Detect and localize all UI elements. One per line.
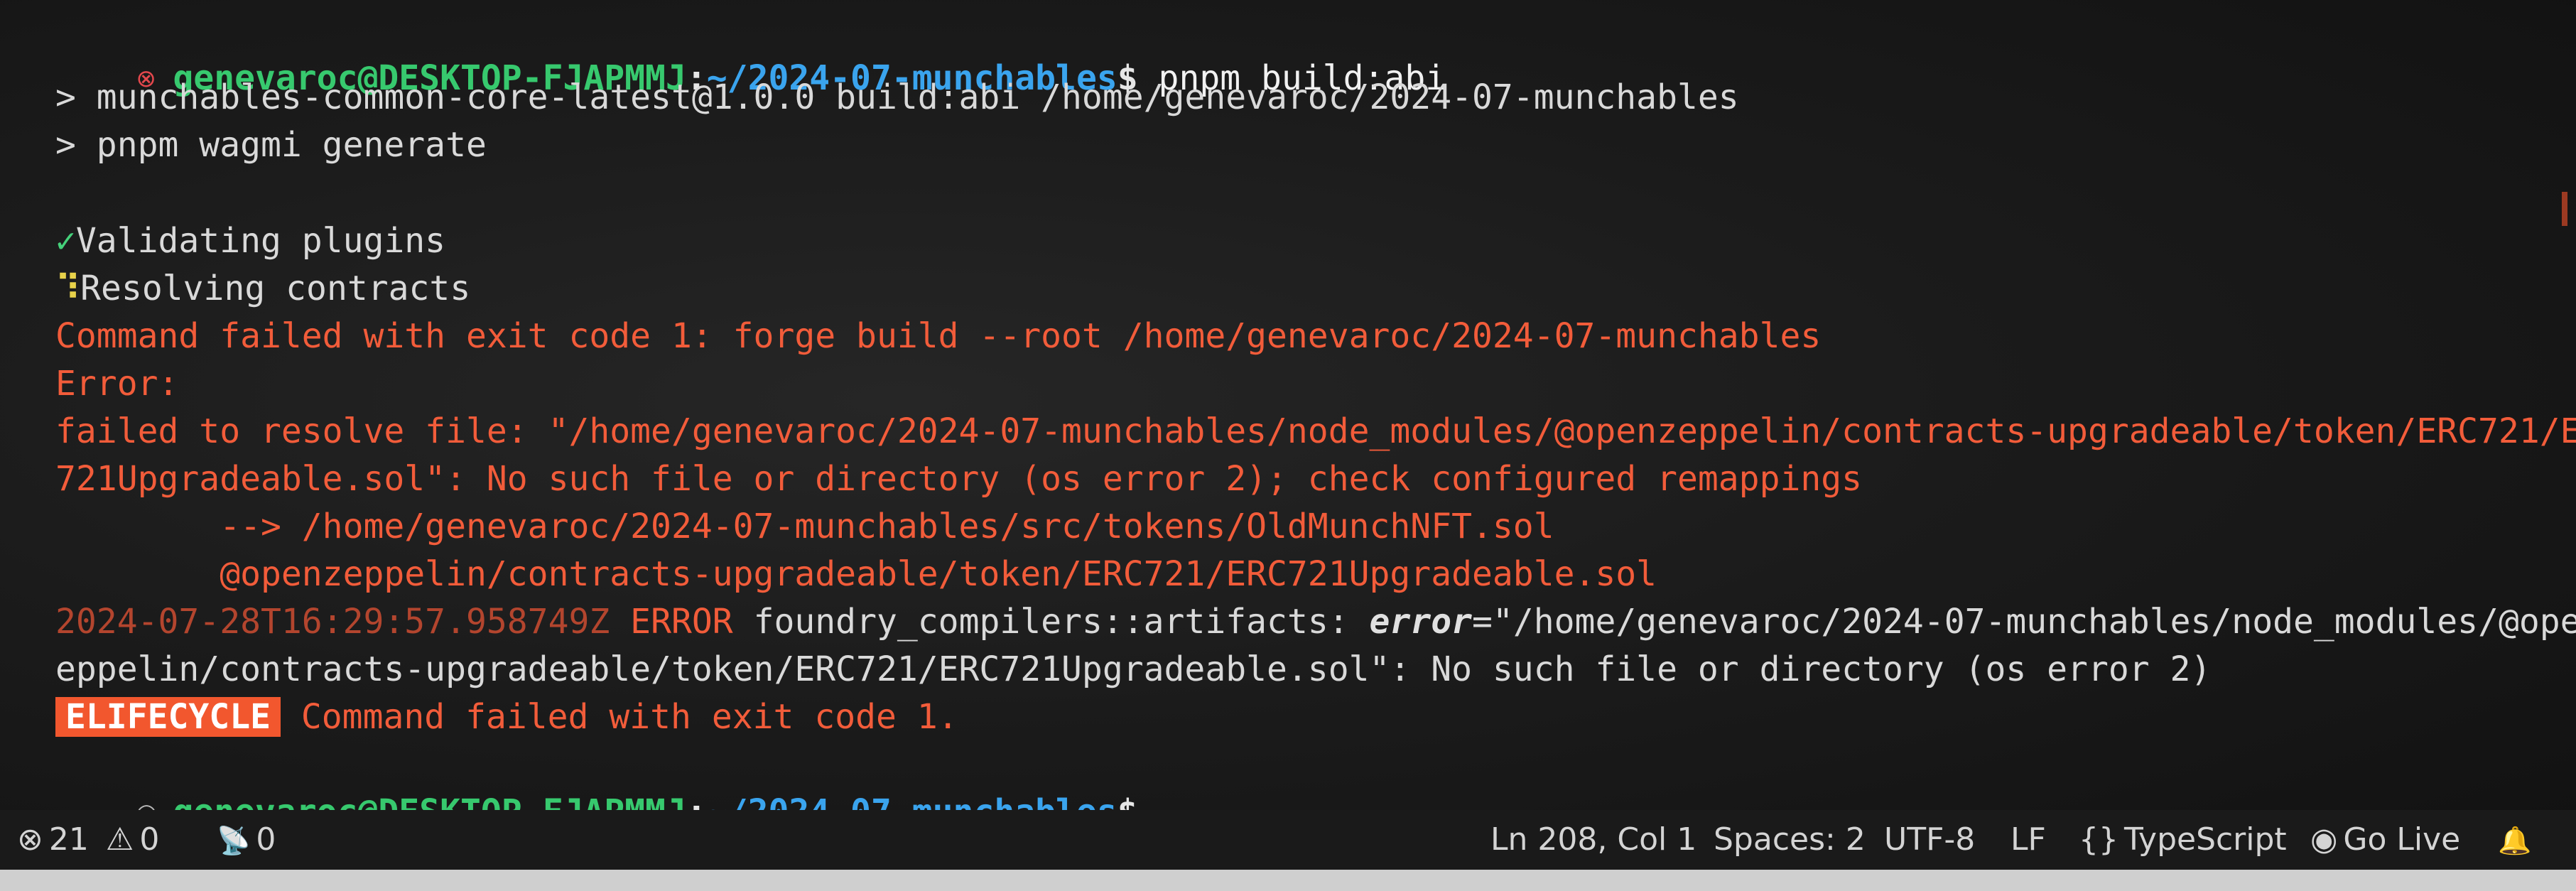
terminal-prompt-line: ○genevaroc@DESKTOP-FJAPMMJ:~/2024-07-mun… [0,741,1137,832]
error-icon: ⊗ [17,821,43,858]
script-echo-line: > pnpm wagmi generate [55,125,487,165]
script-echo-line: > munchables-common-core-latest@1.0.0 bu… [55,77,1739,117]
error-output-line: Command failed with exit code 1: forge b… [55,316,1822,356]
elifecycle-message: Command failed with exit code 1. [280,697,958,737]
error-output-line: 721Upgradeable.sol": No such file or dir… [55,459,1863,499]
status-bar: ⊗ 21 ⚠ 0 📡 0 Ln 208, Col 1 Spaces: 2 UTF-8 … [0,810,2576,870]
problems-indicator[interactable]: ⊗ 21 ⚠ 0 [17,810,159,870]
go-live-button[interactable]: ◉ Go Live [2310,810,2460,870]
terminal-prompt-line: ⊗ genevaroc@DESKTOP-FJAPMMJ:~/2024-07-mun… [0,7,1446,98]
resolving-text: Resolving contracts [80,269,471,308]
terminal-panel[interactable]: ⊗ genevaroc@DESKTOP-FJAPMMJ:~/2024-07-mun… [0,0,2576,832]
error-output-line[interactable]: --> /home/genevaroc/2024-07-munchables/s… [55,503,1554,551]
log-level: ERROR [630,602,733,642]
warning-icon: ⚠ [105,821,134,858]
validating-plugins-line: ✓Validating plugins [55,217,445,265]
encoding-setting[interactable]: UTF-8 [1884,810,1975,870]
ports-count: 0 [256,821,276,858]
check-icon: ✓ [55,221,76,261]
ports-indicator[interactable]: 📡 0 [217,810,276,870]
error-output-line: Error: [55,364,179,404]
cursor-position[interactable]: Ln 208, Col 1 [1490,810,1696,870]
line-ending-setting[interactable]: LF [2011,810,2046,870]
scrollbar-marker[interactable] [2562,192,2567,226]
bell-icon: 🔔 [2498,825,2532,856]
log-timestamp: 2024-07-28T16:29:57.958749Z [55,602,610,642]
log-value: ="/home/genevaroc/2024-07-munchables/nod… [1472,602,2576,642]
broadcast-icon: 📡 [217,825,251,856]
error-output-line: failed to resolve file: "/home/genevaroc… [55,411,2576,451]
language-mode[interactable]: {} TypeScript [2079,810,2287,870]
indentation-setting[interactable]: Spaces: 2 [1714,810,1866,870]
spinner-icon: ⠹ [55,269,81,308]
go-live-label: Go Live [2343,821,2461,858]
warnings-count: 0 [139,821,160,858]
vscode-window: ⊗ genevaroc@DESKTOP-FJAPMMJ:~/2024-07-mun… [0,0,2576,891]
elifecycle-line: ELIFECYCLE Command failed with exit code… [55,693,958,741]
log-line-continuation: eppelin/contracts-upgradeable/token/ERC7… [55,649,2212,689]
language-label: TypeScript [2124,821,2287,858]
resolving-contracts-line: ⠹Resolving contracts [55,265,470,313]
log-target: foundry_compilers::artifacts: [753,602,1349,642]
log-line: 2024-07-28T16:29:57.958749Z ERROR foundr… [55,598,2576,646]
validating-text: Validating plugins [75,221,446,261]
broadcast-icon: ◉ [2310,821,2338,858]
error-output-line: @openzeppelin/contracts-upgradeable/toke… [55,554,1657,594]
elifecycle-badge: ELIFECYCLE [55,697,281,737]
notifications-bell[interactable]: 🔔 [2498,810,2531,870]
monitor-bezel [0,870,2576,891]
braces-icon: {} [2079,821,2118,858]
log-key: error [1369,602,1473,642]
errors-count: 21 [48,821,89,858]
